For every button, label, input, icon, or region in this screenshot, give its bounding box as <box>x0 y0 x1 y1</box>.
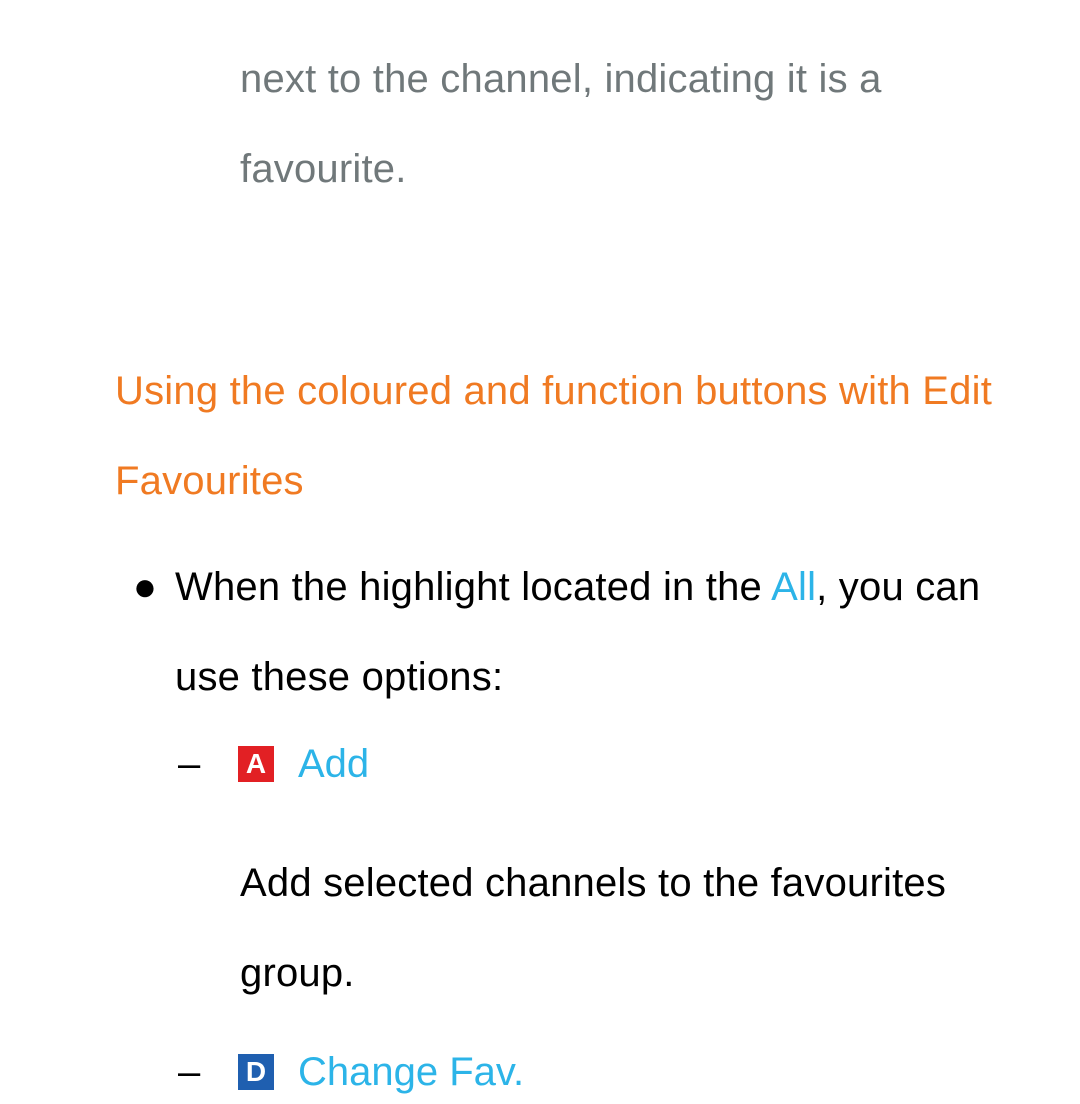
page: next to the channel, indicating it is a … <box>0 0 1080 1104</box>
dash-marker: – <box>178 1052 238 1092</box>
dash-marker: – <box>178 744 238 784</box>
bullet-item: ● When the highlight located in the All,… <box>115 542 1055 722</box>
all-link: All <box>771 565 816 609</box>
fragment-text: next to the channel, indicating it is a … <box>240 34 1050 214</box>
d-button-icon: D <box>238 1054 274 1090</box>
sub-item-change-fav: – D Change Fav. <box>178 1052 524 1092</box>
bullet-text: When the highlight located in the All, y… <box>175 542 1055 722</box>
bullet-marker: ● <box>115 542 175 632</box>
change-fav-label: Change Fav. <box>298 1052 524 1092</box>
a-button-icon: A <box>238 746 274 782</box>
bullet-lead: When the highlight located in the <box>175 565 771 609</box>
sub-item-add: – A Add <box>178 744 369 784</box>
add-label: Add <box>298 744 369 784</box>
add-description: Add selected channels to the favourites … <box>240 838 1040 1018</box>
section-heading: Using the coloured and function buttons … <box>115 346 1035 526</box>
